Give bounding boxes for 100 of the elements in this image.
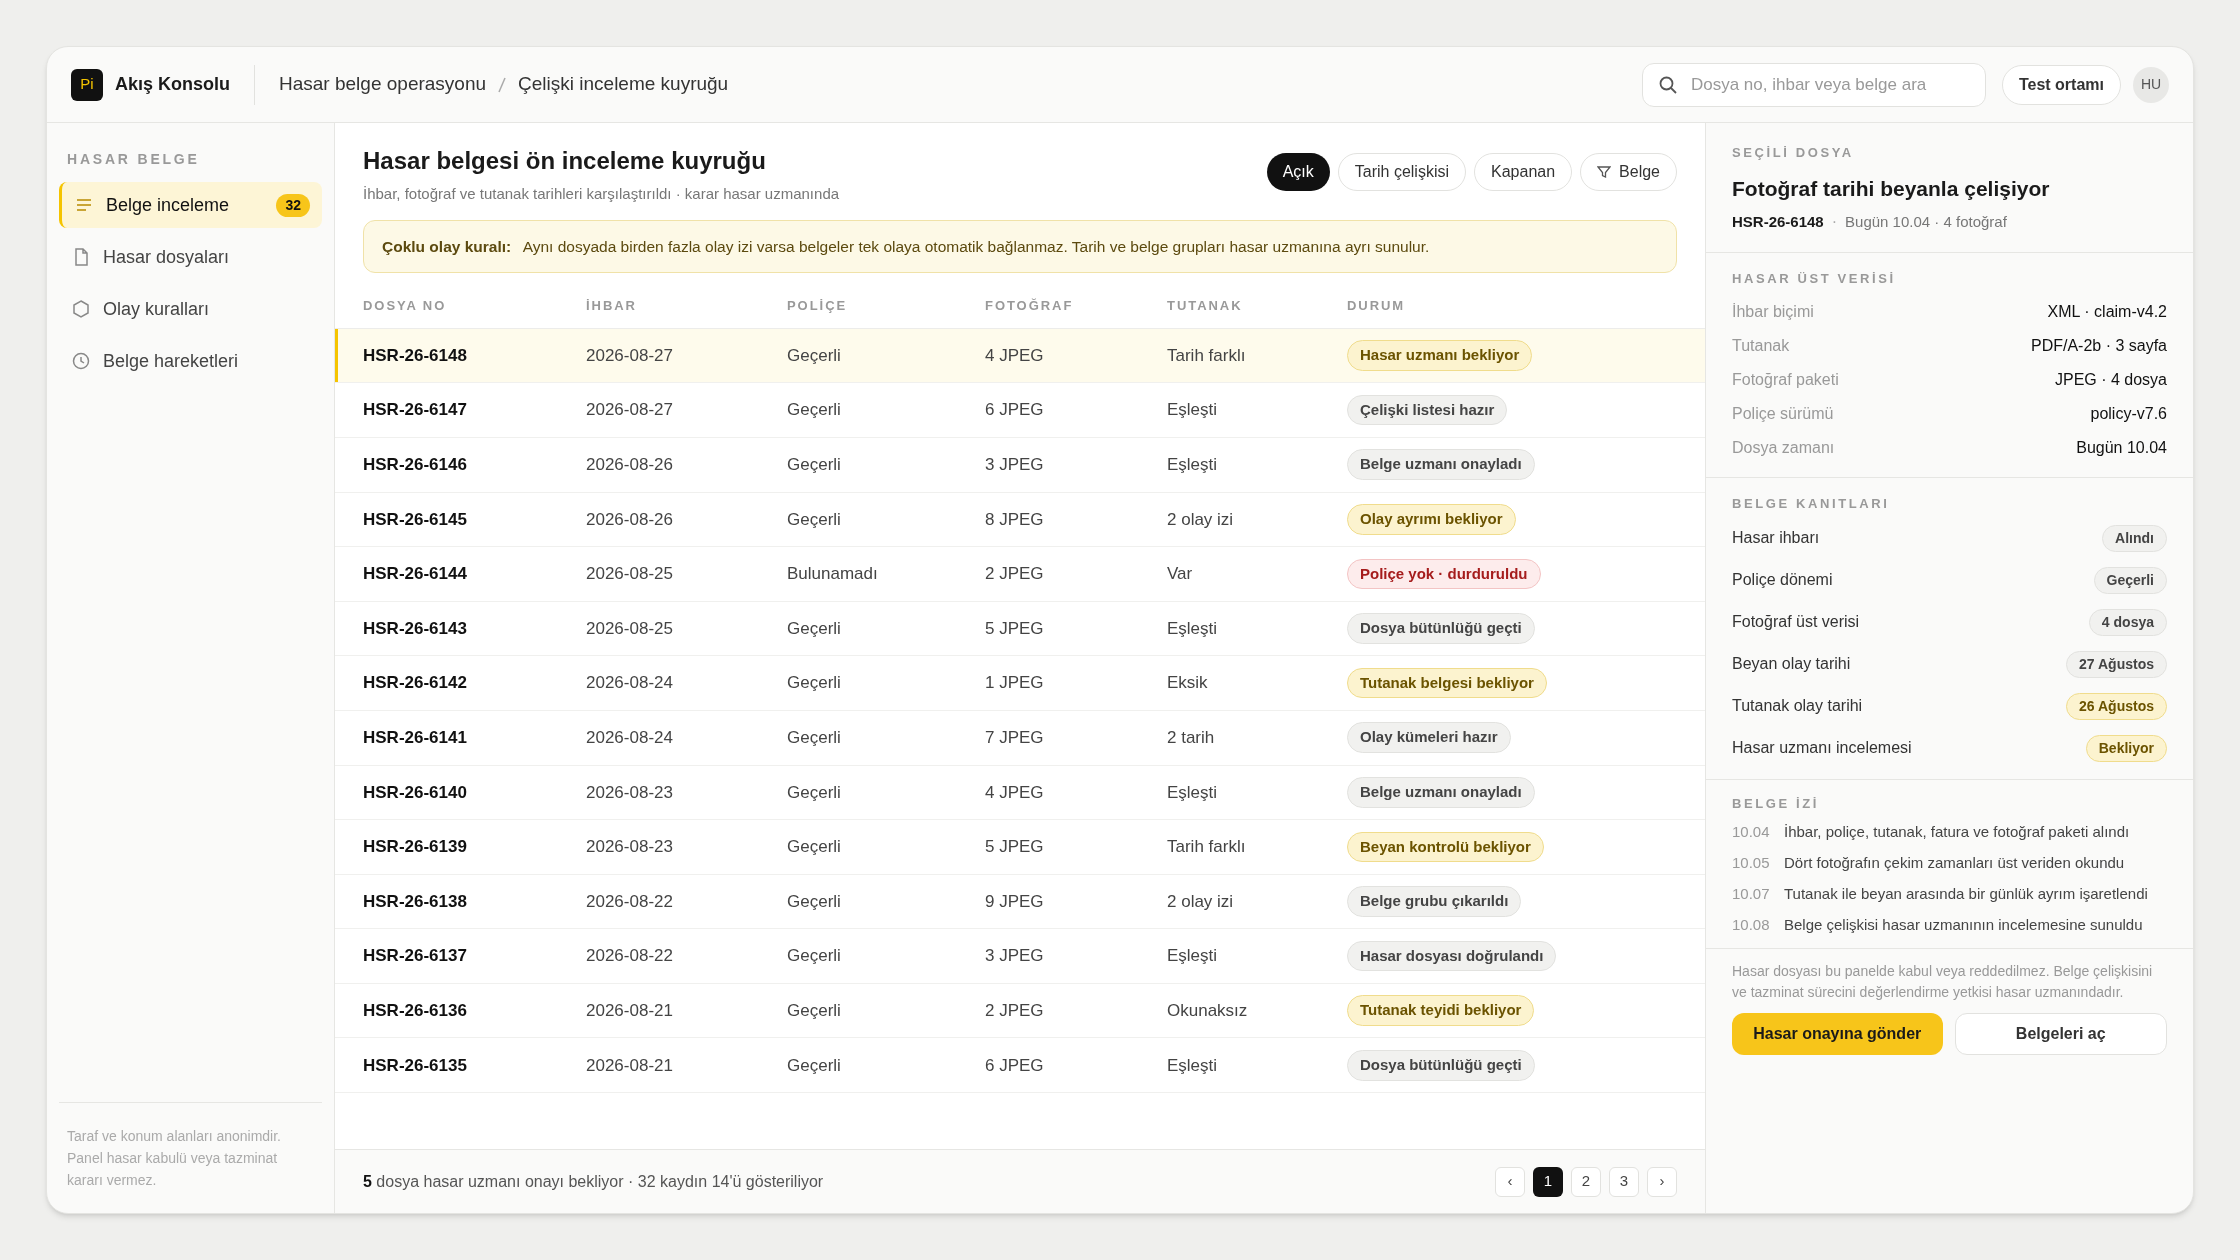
page-title: Hasar belgesi ön inceleme kuyruğu: [363, 146, 767, 176]
evidence-label: Hasar uzmanı incelemesi: [1732, 738, 1912, 758]
table-cell: Bulunamadı: [787, 564, 878, 584]
search-icon: [1657, 74, 1678, 95]
evidence-badge: 4 dosya: [2088, 608, 2167, 636]
field-value: Bugün 10.04: [2076, 437, 2167, 458]
table-cell: 2026-08-23: [586, 782, 673, 802]
field-label: Poliçe sürümü: [1732, 403, 1834, 424]
page-button[interactable]: ›: [1647, 1166, 1677, 1197]
filter-chip[interactable]: Tarih çelişkisi: [1337, 153, 1466, 191]
open-documents-button[interactable]: Belgeleri aç: [1954, 1012, 2167, 1055]
table-cell: Tarih farklı: [1167, 837, 1246, 857]
sidebar-item[interactable]: Olay kuralları: [59, 286, 322, 332]
page-button[interactable]: ‹: [1495, 1166, 1525, 1197]
table-cell: 2026-08-21: [586, 1055, 673, 1075]
sidebar-note: Taraf ve konum alanları anonimdir. Panel hasar kabulü veya tazminat kararı vermez.: [67, 1127, 282, 1190]
evidence-badge: Bekliyor: [2085, 734, 2167, 762]
table-cell: 3 JPEG: [985, 946, 1044, 966]
evidence-label: Hasar ihbarı: [1732, 528, 1820, 548]
status-badge: Hasar dosyası doğrulandı: [1347, 940, 1557, 972]
breadcrumb-separator-icon: [498, 75, 507, 94]
clock-icon: [71, 351, 91, 371]
table-cell: HSR-26-6135: [363, 1055, 467, 1075]
event-time: 10.04: [1732, 821, 1771, 842]
table-row[interactable]: HSR-26-6138 2026-08-22 Geçerli 9 JPEG 2 olay izi Belge grubu çıkarıldı: [335, 874, 1705, 930]
table-cell: 2026-08-27: [586, 345, 673, 365]
table-cell: Geçerli: [787, 455, 841, 474]
table-row[interactable]: HSR-26-6136 2026-08-21 Geçerli 2 JPEG Okunaksız Tutanak teyidi bekliyor: [335, 983, 1705, 1039]
filter-chip[interactable]: Kapanan: [1474, 153, 1573, 191]
page-button[interactable]: 2: [1571, 1166, 1601, 1197]
table-row[interactable]: HSR-26-6147 2026-08-27 Geçerli 6 JPEG Eşleşti Çelişki listesi hazır: [335, 383, 1705, 438]
column-header: DURUM: [1347, 298, 1406, 314]
table-cell: 2026-08-21: [586, 1000, 673, 1020]
table-row[interactable]: HSR-26-6142 2026-08-24 Geçerli 1 JPEG Eksik Tutanak belgesi bekliyor: [335, 656, 1705, 711]
table-row[interactable]: HSR-26-6135 2026-08-21 Geçerli 6 JPEG Eşleşti Dosya bütünlüğü geçti: [335, 1038, 1705, 1094]
table-cell: Geçerli: [787, 946, 841, 966]
table-cell: 2026-08-26: [586, 455, 673, 474]
field-label: Dosya zamanı: [1732, 437, 1835, 458]
user-avatar[interactable]: HU: [2133, 66, 2169, 103]
sidebar-item[interactable]: Belge inceleme 32: [59, 182, 322, 228]
filter-chip[interactable]: Açık: [1266, 153, 1330, 191]
filter-chip[interactable]: Belge: [1580, 153, 1677, 191]
send-approval-button[interactable]: Hasar onayına gönder: [1732, 1012, 1943, 1055]
column-header: DOSYA NO: [363, 298, 447, 314]
event-text: İhbar, poliçe, tutanak, fatura ve fotoğraf paketi alındı: [1784, 821, 2130, 842]
breadcrumb-link[interactable]: Çelişki inceleme kuyruğu: [518, 70, 729, 99]
evidence-badge: Geçerli: [2093, 566, 2167, 594]
table-cell: HSR-26-6142: [363, 673, 467, 693]
sidebar-item[interactable]: Belge hareketleri: [59, 338, 322, 384]
table-cell: 5 JPEG: [985, 618, 1044, 638]
evidence-badge: 27 Ağustos: [2066, 650, 2167, 678]
table-row[interactable]: HSR-26-6148 2026-08-27 Geçerli 4 JPEG Tarih farklı Hasar uzmanı bekliyor: [335, 328, 1705, 384]
table-row[interactable]: HSR-26-6137 2026-08-22 Geçerli 3 JPEG Eşleşti Hasar dosyası doğrulandı: [335, 929, 1705, 984]
table-row[interactable]: HSR-26-6140 2026-08-23 Geçerli 4 JPEG Eşleşti Belge uzmanı onayladı: [335, 765, 1705, 821]
table-row[interactable]: HSR-26-6143 2026-08-25 Geçerli 5 JPEG Eşleşti Dosya bütünlüğü geçti: [335, 601, 1705, 657]
table-cell: 4 JPEG: [985, 782, 1044, 802]
table-cell: Geçerli: [787, 782, 841, 802]
search-field[interactable]: Dosya no, ihbar veya belge ara: [1641, 62, 1986, 107]
table-cell: 2026-08-24: [586, 673, 673, 693]
table-cell: Geçerli: [787, 891, 841, 911]
field-label: Fotoğraf paketi: [1732, 369, 1839, 390]
section-heading: HASAR ÜST VERİSİ: [1732, 270, 1897, 288]
event-time: 10.07: [1732, 883, 1771, 904]
table-cell: Geçerli: [787, 509, 841, 529]
table-cell: Geçerli: [787, 618, 841, 638]
table-cell: 2026-08-26: [586, 509, 673, 529]
table-cell: 2 olay izi: [1167, 509, 1234, 529]
table-cell: HSR-26-6136: [363, 1000, 467, 1020]
table-cell: Okunaksız: [1167, 1000, 1248, 1020]
table-cell: Geçerli: [787, 837, 841, 857]
table-cell: Tarih farklı: [1167, 345, 1246, 365]
table-cell: HSR-26-6148: [363, 345, 467, 365]
table-cell: 2 tarih: [1167, 727, 1215, 747]
environment-button[interactable]: Test ortamı: [2001, 64, 2121, 105]
page-subtitle: İhbar, fotoğraf ve tutanak tarihleri karşılaştırıldı · karar hasar uzmanında: [363, 184, 840, 204]
table-cell: Geçerli: [787, 1055, 841, 1075]
status-badge: Tutanak belgesi bekliyor: [1347, 667, 1547, 699]
table-row[interactable]: HSR-26-6139 2026-08-23 Geçerli 5 JPEG Tarih farklı Beyan kontrolü bekliyor: [335, 820, 1705, 875]
section-heading: SEÇİLİ DOSYA: [1732, 144, 1855, 162]
table-row[interactable]: HSR-26-6146 2026-08-26 Geçerli 3 JPEG Eşleşti Belge uzmanı onayladı: [335, 437, 1705, 493]
status-badge: Belge uzmanı onayladı: [1347, 449, 1535, 480]
sidebar-item[interactable]: Hasar dosyaları: [59, 234, 322, 280]
detail-title: Fotoğraf tarihi beyanla çelişiyor: [1732, 175, 2051, 202]
table-cell: Geçerli: [787, 400, 841, 420]
table-row[interactable]: HSR-26-6144 2026-08-25 Bulunamadı 2 JPEG Var Poliçe yok · durduruldu: [335, 547, 1705, 602]
page-button[interactable]: 3: [1609, 1166, 1639, 1197]
evidence-label: Poliçe dönemi: [1732, 570, 1833, 590]
table-cell: Geçerli: [787, 1000, 841, 1020]
table-cell: 2 JPEG: [985, 1000, 1044, 1020]
section-heading: BELGE KANITLARI: [1732, 494, 1891, 513]
column-header: POLİÇE: [787, 298, 848, 314]
file-meta: Bugün 10.04 · 4 fotoğraf: [1845, 211, 2007, 232]
disclaimer-text: Hasar dosyası bu panelde kabul veya reddedilmez. Belge çelişkisini ve tazminat sürecini değerlendirme yetkisi hasar uzmanındadır.: [1732, 961, 2154, 1002]
table-row[interactable]: HSR-26-6141 2026-08-24 Geçerli 7 JPEG 2 tarih Olay kümeleri hazır: [335, 710, 1705, 766]
page-button[interactable]: 1: [1533, 1166, 1563, 1197]
section-heading: BELGE İZİ: [1732, 795, 1820, 813]
breadcrumb-link[interactable]: Hasar belge operasyonu: [279, 70, 487, 99]
status-badge: Belge uzmanı onayladı: [1347, 777, 1535, 808]
table-cell: 2026-08-23: [586, 837, 673, 857]
table-row[interactable]: HSR-26-6145 2026-08-26 Geçerli 8 JPEG 2 olay izi Olay ayrımı bekliyor: [335, 492, 1705, 548]
